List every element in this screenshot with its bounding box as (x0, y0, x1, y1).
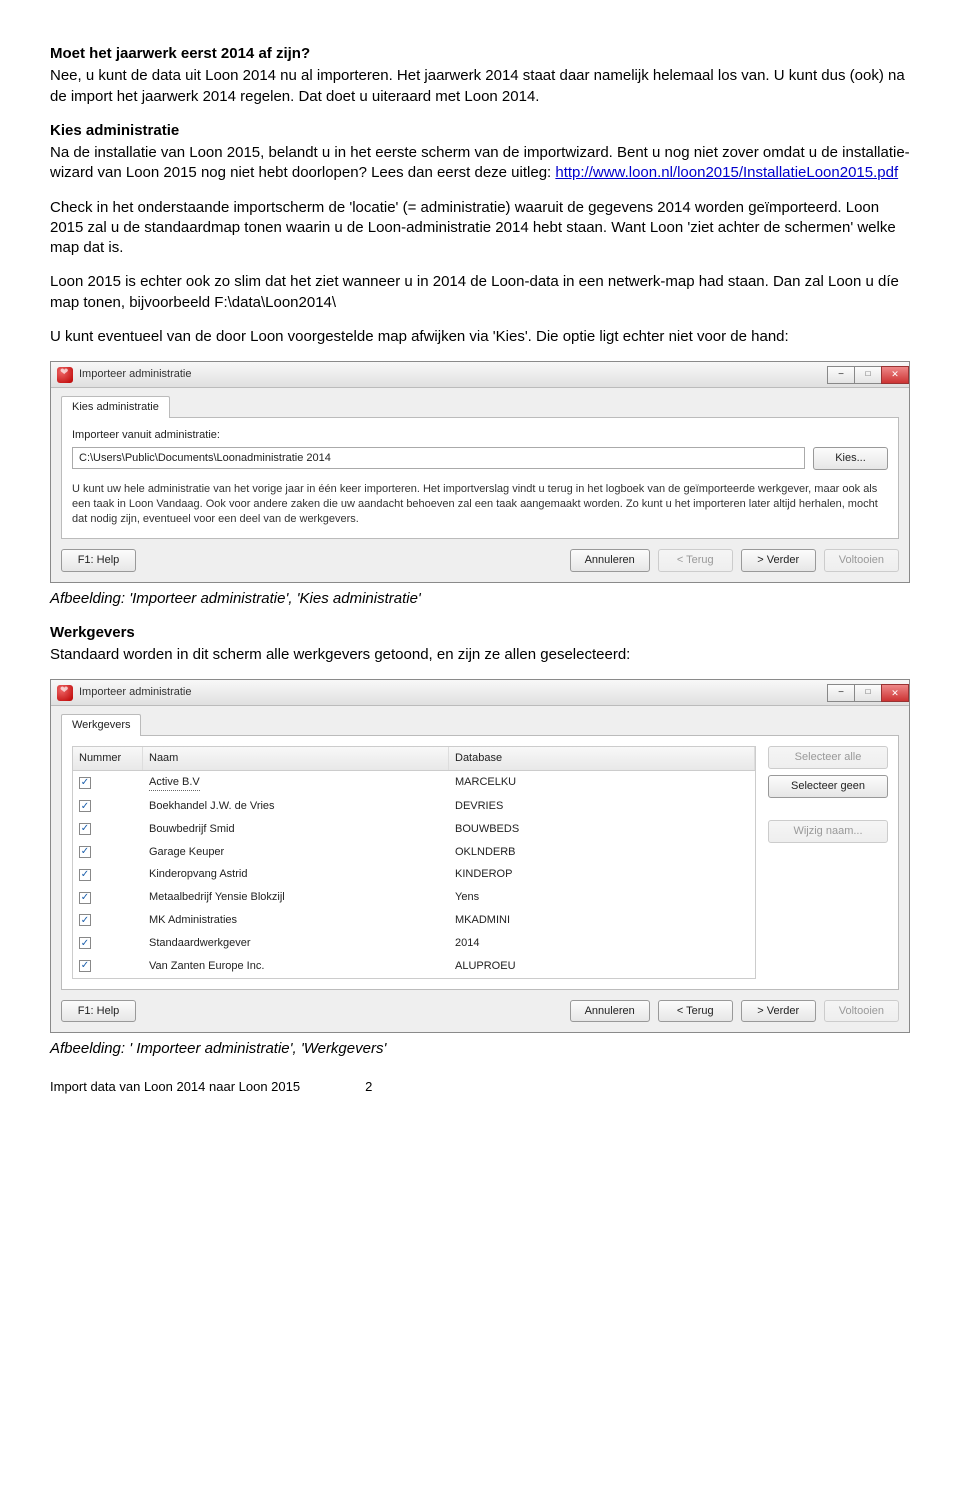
row-database: ALUPROEU (449, 957, 755, 976)
table-row[interactable]: ✓ Standaardwerkgever 2014 (73, 932, 755, 955)
window-title: Importeer administratie (79, 367, 192, 382)
row-database: 2014 (449, 934, 755, 953)
row-naam: Metaalbedrijf Yensie Blokzijl (149, 890, 285, 905)
heading-kies-administratie: Kies administratie (50, 121, 910, 141)
table-row[interactable]: ✓ Van Zanten Europe Inc. ALUPROEU (73, 955, 755, 978)
row-checkbox[interactable]: ✓ (79, 800, 91, 812)
row-checkbox[interactable]: ✓ (79, 777, 91, 789)
row-database: OKLNDERB (449, 843, 755, 862)
row-database: MARCELKU (449, 773, 755, 793)
table-row[interactable]: ✓ Metaalbedrijf Yensie Blokzijl Yens (73, 886, 755, 909)
row-database: KINDEROP (449, 865, 755, 884)
hint-text: U kunt uw hele administratie van het vor… (72, 482, 888, 528)
verder-button[interactable]: > Verder (741, 1000, 816, 1023)
selecteer-alle-button: Selecteer alle (768, 746, 888, 769)
row-database: BOUWBEDS (449, 820, 755, 839)
kies-button[interactable]: Kies... (813, 447, 888, 470)
row-checkbox[interactable]: ✓ (79, 892, 91, 904)
row-naam: Van Zanten Europe Inc. (149, 959, 264, 974)
window-minimize-button[interactable] (827, 366, 855, 384)
table-row[interactable]: ✓ MK Administraties MKADMINI (73, 909, 755, 932)
titlebar: Importeer administratie (51, 680, 909, 706)
voltooien-button: Voltooien (824, 549, 899, 572)
row-checkbox[interactable]: ✓ (79, 823, 91, 835)
row-checkbox[interactable]: ✓ (79, 846, 91, 858)
terug-button: < Terug (658, 549, 733, 572)
window-title: Importeer administratie (79, 685, 192, 700)
heading-jaarwerk: Moet het jaarwerk eerst 2014 af zijn? (50, 44, 910, 64)
table-row[interactable]: ✓ Garage Keuper OKLNDERB (73, 841, 755, 864)
row-database: Yens (449, 888, 755, 907)
row-naam: Standaardwerkgever (149, 936, 251, 951)
row-database: MKADMINI (449, 911, 755, 930)
tab-kies-administratie[interactable]: Kies administratie (61, 396, 170, 418)
table-row[interactable]: ✓ Boekhandel J.W. de Vries DEVRIES (73, 795, 755, 818)
dialog-importeer-administratie-kies: Importeer administratie Kies administrat… (50, 361, 910, 583)
label-importeer-vanuit: Importeer vanuit administratie: (72, 428, 888, 443)
selecteer-geen-button[interactable]: Selecteer geen (768, 775, 888, 798)
para-kies-3: Loon 2015 is echter ook zo slim dat het … (50, 272, 910, 313)
table-row[interactable]: ✓ Kinderopvang Astrid KINDEROP (73, 863, 755, 886)
row-naam: MK Administraties (149, 913, 237, 928)
row-database: DEVRIES (449, 797, 755, 816)
footer-text: Import data van Loon 2014 naar Loon 2015 (50, 1079, 300, 1094)
link-install-pdf[interactable]: http://www.loon.nl/loon2015/InstallatieL… (555, 164, 898, 181)
caption-dialog-1: Afbeelding: 'Importeer administratie', '… (50, 589, 910, 609)
row-checkbox[interactable]: ✓ (79, 914, 91, 926)
row-naam: Garage Keuper (149, 845, 224, 860)
row-checkbox[interactable]: ✓ (79, 960, 91, 972)
para-kies-1: Na de installatie van Loon 2015, belandt… (50, 143, 910, 184)
werkgevers-table: Nummer Naam Database ✓ Active B.V MARCELKU… (72, 746, 756, 978)
window-maximize-button[interactable] (854, 366, 882, 384)
col-naam[interactable]: Naam (143, 747, 449, 770)
help-button[interactable]: F1: Help (61, 1000, 136, 1023)
row-checkbox[interactable]: ✓ (79, 937, 91, 949)
titlebar: Importeer administratie (51, 362, 909, 388)
para-kies-4: U kunt eventueel van de door Loon voorge… (50, 327, 910, 347)
window-close-button[interactable] (881, 684, 909, 702)
terug-button[interactable]: < Terug (658, 1000, 733, 1023)
row-naam: Bouwbedrijf Smid (149, 822, 235, 837)
table-row[interactable]: ✓ Active B.V MARCELKU (73, 771, 755, 795)
table-row[interactable]: ✓ Bouwbedrijf Smid BOUWBEDS (73, 818, 755, 841)
verder-button[interactable]: > Verder (741, 549, 816, 572)
col-database[interactable]: Database (449, 747, 755, 770)
row-naam: Boekhandel J.W. de Vries (149, 799, 275, 814)
annuleren-button[interactable]: Annuleren (570, 1000, 650, 1023)
para-kies-2: Check in het onderstaande importscherm d… (50, 198, 910, 259)
tab-werkgevers[interactable]: Werkgevers (61, 714, 141, 736)
help-button[interactable]: F1: Help (61, 549, 136, 572)
heading-werkgevers: Werkgevers (50, 623, 910, 643)
para-werkgevers: Standaard worden in dit scherm alle werk… (50, 645, 910, 665)
app-logo-icon (57, 685, 73, 701)
col-nummer[interactable]: Nummer (73, 747, 143, 770)
path-input[interactable]: C:\Users\Public\Documents\Loonadministra… (72, 447, 805, 469)
window-maximize-button[interactable] (854, 684, 882, 702)
para-jaarwerk: Nee, u kunt de data uit Loon 2014 nu al … (50, 66, 910, 107)
dialog-importeer-administratie-werkgevers: Importeer administratie Werkgevers Numme… (50, 679, 910, 1033)
window-minimize-button[interactable] (827, 684, 855, 702)
footer-page: 2 (365, 1079, 372, 1094)
caption-dialog-2: Afbeelding: ' Importeer administratie', … (50, 1039, 910, 1059)
row-naam: Kinderopvang Astrid (149, 867, 247, 882)
voltooien-button: Voltooien (824, 1000, 899, 1023)
row-checkbox[interactable]: ✓ (79, 869, 91, 881)
window-close-button[interactable] (881, 366, 909, 384)
wijzig-naam-button: Wijzig naam... (768, 820, 888, 843)
row-naam: Active B.V (149, 775, 200, 791)
annuleren-button[interactable]: Annuleren (570, 549, 650, 572)
app-logo-icon (57, 367, 73, 383)
